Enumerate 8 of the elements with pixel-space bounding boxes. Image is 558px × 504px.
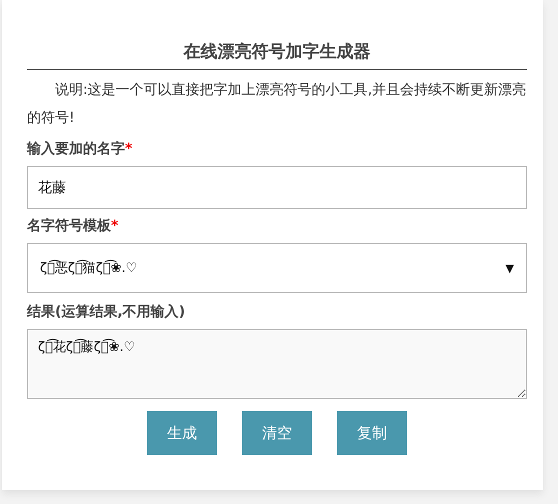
field-label: 名字符号模板*: [27, 217, 120, 235]
description-text: 说明:这是一个可以直接把字加上漂亮符号的小工具,并且会持续不断更新漂亮的符号!: [27, 81, 527, 128]
result-text-area[interactable]: ζั͡花ζั͡藤ζั͡❀.♡: [27, 329, 527, 399]
field-label: 结果(运算结果,不用输入): [27, 303, 186, 321]
page-title: 在线漂亮符号加字生成器: [27, 40, 527, 70]
name-input-field[interactable]: 花藤: [27, 166, 527, 209]
template-dropdown[interactable]: ζั͡恶ζั͡猫ζั͡❀.♡ ▼: [27, 243, 527, 293]
field-label: 输入要加的名字*: [27, 140, 134, 158]
